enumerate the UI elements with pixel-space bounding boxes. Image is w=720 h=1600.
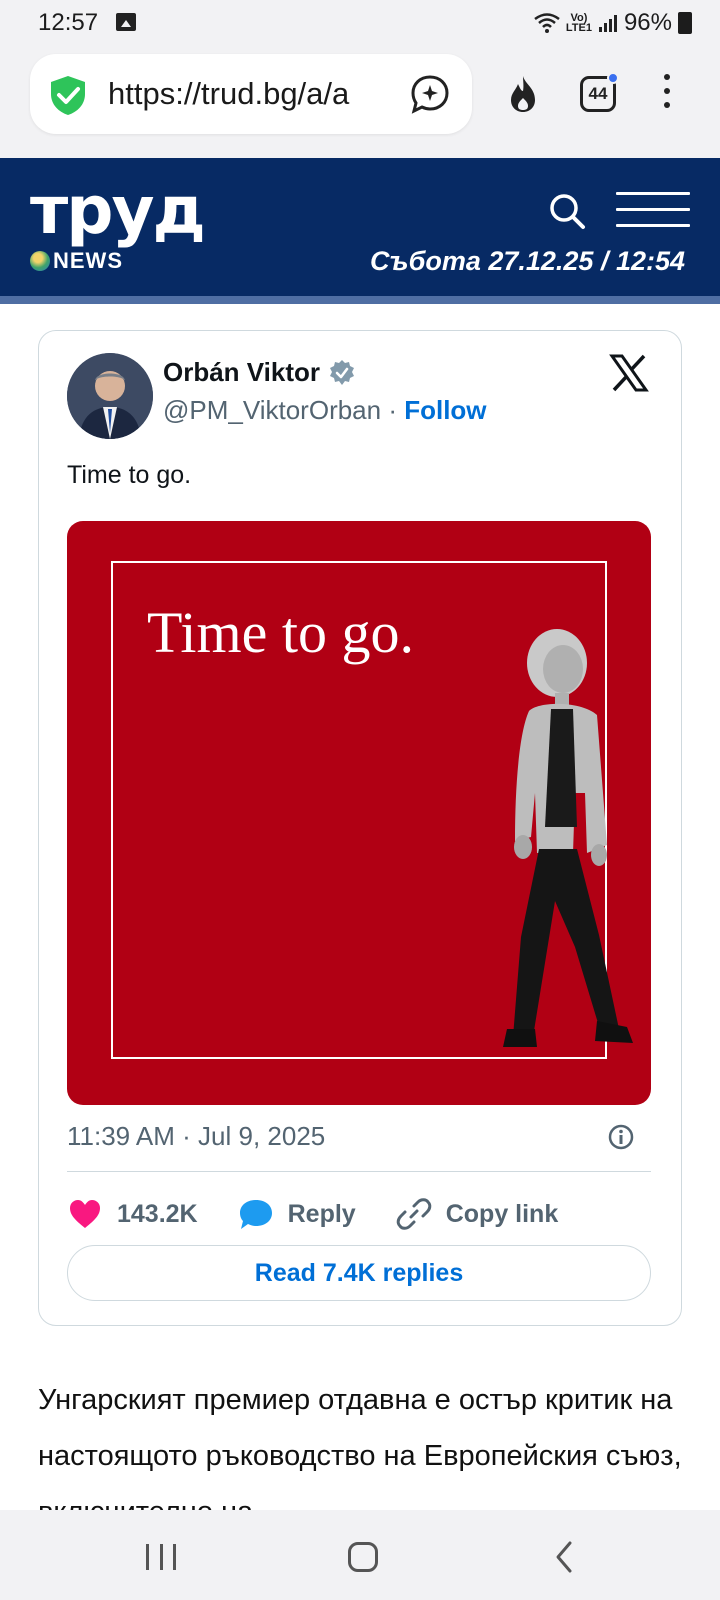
search-icon[interactable] <box>548 192 586 230</box>
author-handle[interactable]: @PM_ViktorOrban <box>163 395 381 425</box>
more-vert-icon[interactable] <box>662 74 672 114</box>
reply-bubble-icon <box>239 1200 272 1229</box>
read-replies-button[interactable]: Read 7.4K replies <box>67 1245 651 1301</box>
tweet-timestamp[interactable]: 11:39 AM · Jul 9, 2025 <box>67 1121 325 1152</box>
author-handle-line: @PM_ViktorOrban · Follow <box>163 395 487 426</box>
walking-woman-figure <box>503 629 633 1047</box>
tab-count: 44 <box>588 84 608 103</box>
status-bar: 12:57 Vo) LTE1 96% <box>0 0 720 46</box>
address-bar[interactable]: https://trud.bg/a/a <box>30 54 472 134</box>
avatar[interactable] <box>67 353 153 439</box>
tabs-icon[interactable]: 44 <box>580 72 619 112</box>
copy-link-label: Copy link <box>445 1199 559 1228</box>
avatar-portrait <box>67 353 153 439</box>
url-text[interactable]: https://trud.bg/a/a <box>108 76 420 112</box>
status-time: 12:57 <box>38 9 99 36</box>
site-logo-news: NEWS <box>30 248 123 274</box>
shield-check-icon[interactable] <box>48 74 88 116</box>
tweet-image[interactable]: Time to go. <box>67 521 651 1105</box>
image-caption: Time to go. <box>147 600 414 665</box>
heart-icon <box>70 1200 100 1228</box>
copy-link-button[interactable]: Copy link <box>396 1196 559 1232</box>
tweet-divider <box>67 1171 651 1172</box>
system-nav-bar <box>0 1510 720 1600</box>
like-button[interactable]: 143.2K <box>67 1196 198 1232</box>
header-date: Събота 27.12.25 / 12:54 <box>370 246 685 276</box>
info-icon[interactable] <box>607 1123 635 1151</box>
signal-icon <box>598 15 617 32</box>
wifi-icon <box>534 13 560 33</box>
site-header: труд NEWS Събота 27.12.25 / 12:54 <box>0 158 720 304</box>
lte-label: LTE1 <box>565 22 592 34</box>
reply-label: Reply <box>287 1199 356 1228</box>
reply-button[interactable]: Reply <box>238 1196 356 1232</box>
author-name-text[interactable]: Orbán Viktor <box>163 357 320 388</box>
embedded-tweet[interactable]: Orbán Viktor @PM_ViktorOrban · Follow Ti… <box>38 330 682 1326</box>
tweet-actions: 143.2K Reply Copy link <box>67 1189 651 1239</box>
network-type-label: Vo) LTE1 <box>565 13 592 34</box>
author-name[interactable]: Orbán Viktor <box>163 357 356 388</box>
home-icon[interactable] <box>348 1542 378 1572</box>
tabs-notification-dot <box>607 72 619 84</box>
verified-badge-icon <box>330 359 355 385</box>
link-icon <box>396 1198 432 1230</box>
back-icon[interactable] <box>552 1540 576 1574</box>
site-logo[interactable]: труд <box>30 172 206 249</box>
globe-icon <box>30 251 50 271</box>
logo-news-text: NEWS <box>53 248 123 273</box>
gallery-notification-icon <box>116 13 136 31</box>
handle-separator: · <box>381 395 405 425</box>
screen: { "status_bar": { "time": "12:57", "netw… <box>0 0 720 1600</box>
hamburger-menu-icon[interactable] <box>616 192 690 228</box>
fire-icon[interactable] <box>504 74 542 114</box>
recents-icon[interactable] <box>146 1544 176 1570</box>
battery-charging-icon <box>678 12 692 34</box>
battery-percent: 96% <box>623 9 672 36</box>
browser-toolbar: https://trud.bg/a/a 44 <box>0 46 720 158</box>
assistant-icon[interactable] <box>410 74 450 114</box>
status-indicators: Vo) LTE1 96% <box>534 9 692 37</box>
like-count: 143.2K <box>117 1199 198 1228</box>
follow-link[interactable]: Follow <box>404 395 486 425</box>
x-logo-icon[interactable] <box>609 353 649 393</box>
tweet-text: Time to go. <box>67 461 192 489</box>
